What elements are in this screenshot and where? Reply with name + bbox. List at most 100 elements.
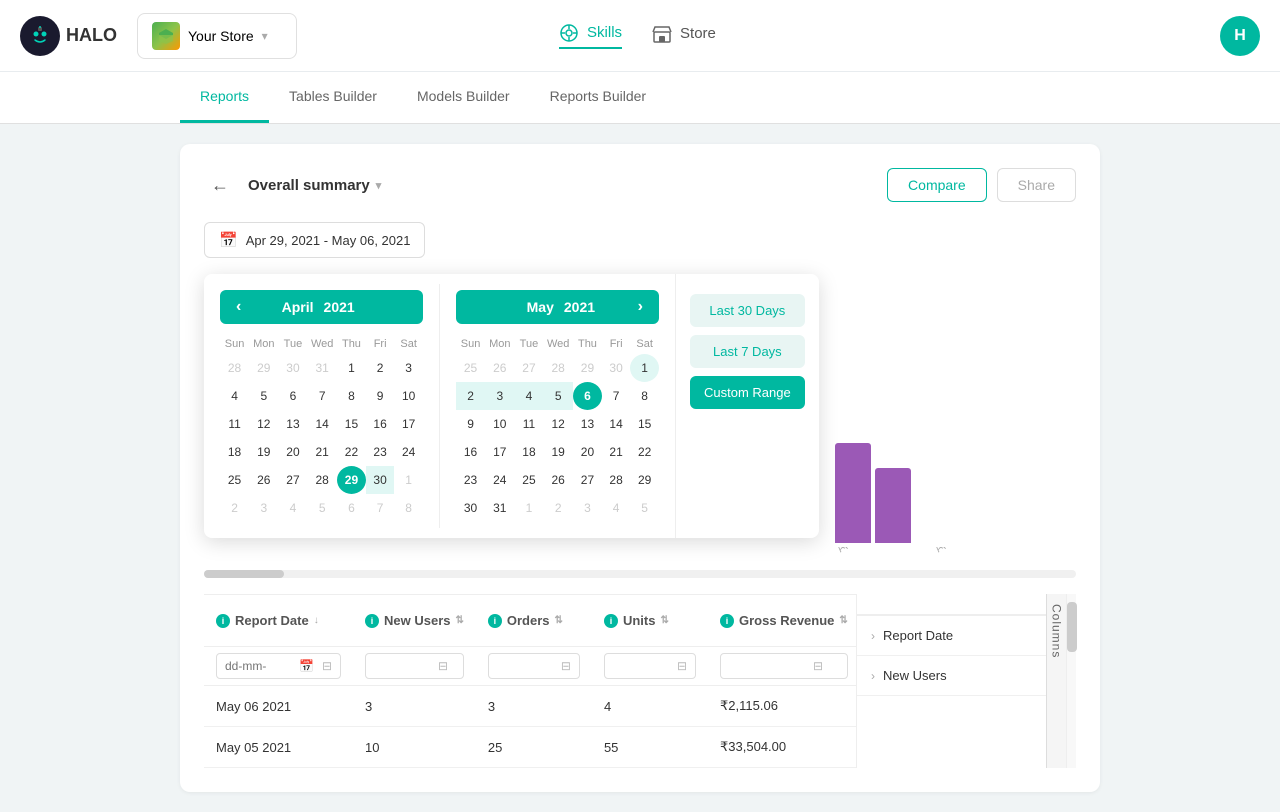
subnav-reports-builder[interactable]: Reports Builder (530, 72, 667, 123)
col-new-users: i New Users ⇅ (353, 595, 476, 647)
gross-revenue-sort[interactable]: ⇅ (839, 615, 847, 626)
next-month-button[interactable]: › (634, 298, 647, 316)
store-icon (152, 22, 180, 50)
revenue-filter-icon[interactable]: ⊟ (813, 659, 823, 673)
units-filter-cell: ⊟ (592, 647, 708, 686)
revenue-filter-input[interactable] (729, 659, 809, 673)
main-content: ← Overall summary ▾ Compare Share 📅 Apr … (0, 124, 1280, 812)
columns-panel-toggle[interactable]: Columns (1046, 594, 1066, 768)
date-filter-icon[interactable]: ⊟ (322, 659, 332, 673)
quick-range-panel: Last 30 Days Last 7 Days Custom Range (676, 274, 819, 538)
nav-store-label: Store (680, 25, 716, 42)
table-area: i Report Date ↓ i New Users ⇅ (204, 594, 1076, 768)
avatar-letter: H (1234, 27, 1246, 45)
row2-revenue: ₹33,504.00 (708, 727, 856, 768)
header-nav: Skills Store (559, 23, 716, 49)
avatar[interactable]: H (1220, 16, 1260, 56)
toolbar: ← Overall summary ▾ Compare Share (204, 168, 1076, 202)
summary-dropdown[interactable]: Overall summary ▾ (248, 177, 381, 194)
units-sort[interactable]: ⇅ (660, 615, 668, 626)
nav-store[interactable]: Store (652, 24, 716, 48)
april-year: 2021 (324, 299, 355, 315)
back-button[interactable]: ← (204, 169, 236, 201)
chart-area-right: Apr 30 2021 Apr 29 2021 (819, 274, 1076, 558)
row1-orders: 3 (476, 686, 592, 727)
may-month: May (527, 299, 554, 315)
subnav: Reports Tables Builder Models Builder Re… (0, 72, 1280, 124)
april-grid: Sun Mon Tue Wed Thu Fri Sat (220, 334, 423, 522)
horizontal-scrollbar[interactable] (204, 570, 1076, 578)
share-button[interactable]: Share (997, 168, 1076, 202)
v-scrollbar-thumb[interactable] (1067, 602, 1077, 652)
units-filter-icon[interactable]: ⊟ (677, 659, 687, 673)
custom-range-button[interactable]: Custom Range (690, 376, 805, 409)
orders-filter-cell: ⊟ (476, 647, 592, 686)
table-row: May 05 2021 10 25 55 ₹33,504.00 (204, 727, 856, 768)
chart-x-labels: Apr 30 2021 Apr 29 2021 (835, 547, 1076, 558)
may-year: 2021 (564, 299, 595, 315)
logo-icon (20, 16, 60, 56)
bar-chart (835, 417, 1076, 547)
calendar-filter-icon[interactable]: 📅 (299, 659, 314, 673)
toolbar-right: Compare Share (887, 168, 1076, 202)
report-date-sort[interactable]: ↓ (314, 615, 319, 626)
summary-arrow: ▾ (376, 179, 382, 192)
orders-filter-icon[interactable]: ⊟ (561, 659, 571, 673)
subnav-models-builder[interactable]: Models Builder (397, 72, 530, 123)
x-label-1: Apr 30 2021 (835, 547, 899, 555)
calendar-popup: ‹ April 2021 Sun Mon (204, 274, 819, 538)
date-filter[interactable]: 📅 ⊟ (216, 653, 341, 679)
nav-skills[interactable]: Skills (559, 23, 622, 49)
calendar-april-header: ‹ April 2021 (220, 290, 423, 324)
new-users-filter-icon[interactable]: ⊟ (438, 659, 448, 673)
date-range-trigger[interactable]: 📅 Apr 29, 2021 - May 06, 2021 (204, 222, 425, 258)
scrollbar-thumb[interactable] (204, 570, 284, 578)
row2-new-users: 10 (353, 727, 476, 768)
col-report-date: i Report Date ↓ (204, 595, 353, 647)
may-grid: Sun Mon Tue Wed Thu Fri Sat (456, 334, 659, 522)
new-users-sort[interactable]: ⇅ (456, 615, 464, 626)
logo-text: HALO (66, 25, 117, 46)
subnav-reports[interactable]: Reports (180, 72, 269, 123)
orders-info: i (488, 614, 502, 628)
gross-revenue-info: i (720, 614, 734, 628)
new-users-info: i (365, 614, 379, 628)
calendar-may: May 2021 › Sun Mon Tue We (440, 274, 675, 538)
row2-date: May 05 2021 (204, 727, 353, 768)
row2-units: 55 (592, 727, 708, 768)
orders-filter-input[interactable] (497, 659, 557, 673)
summary-label: Overall summary (248, 177, 370, 194)
chevron-right-icon: › (871, 629, 875, 643)
orders-sort[interactable]: ⇅ (555, 615, 563, 626)
revenue-filter-cell: ⊟ (708, 647, 856, 686)
vertical-scrollbar[interactable] (1066, 594, 1076, 768)
calendar-april: ‹ April 2021 Sun Mon (204, 274, 439, 538)
col-orders: i Orders ⇅ (476, 595, 592, 647)
april-month: April (282, 299, 314, 315)
row2-orders: 25 (476, 727, 592, 768)
units-info: i (604, 614, 618, 628)
may-6-selected[interactable]: 6 (573, 382, 602, 410)
nav-skills-label: Skills (587, 24, 622, 41)
store-dropdown-arrow: ▾ (262, 29, 268, 43)
date-filter-input[interactable] (225, 659, 295, 673)
side-item-report-date[interactable]: › Report Date (857, 616, 1046, 656)
col-gross-revenue: i Gross Revenue ⇅ (708, 595, 856, 647)
units-filter-input[interactable] (613, 659, 673, 673)
last-7-days-button[interactable]: Last 7 Days (690, 335, 805, 368)
store-selector[interactable]: Your Store ▾ (137, 13, 297, 59)
side-panel: › Report Date › New Users (857, 594, 1046, 768)
filter-row: 📅 ⊟ ⊟ (204, 647, 856, 686)
april-29-selected[interactable]: 29 (337, 466, 366, 494)
data-table: i Report Date ↓ i New Users ⇅ (204, 594, 856, 768)
new-users-filter-input[interactable] (374, 659, 434, 673)
subnav-tables-builder[interactable]: Tables Builder (269, 72, 397, 123)
date-range-display: Apr 29, 2021 - May 06, 2021 (246, 233, 411, 248)
store-nav-icon (652, 24, 672, 44)
col-units: i Units ⇅ (592, 595, 708, 647)
prev-month-button[interactable]: ‹ (232, 298, 245, 316)
side-item-new-users[interactable]: › New Users (857, 656, 1046, 696)
new-users-filter-cell: ⊟ (353, 647, 476, 686)
compare-button[interactable]: Compare (887, 168, 987, 202)
last-30-days-button[interactable]: Last 30 Days (690, 294, 805, 327)
